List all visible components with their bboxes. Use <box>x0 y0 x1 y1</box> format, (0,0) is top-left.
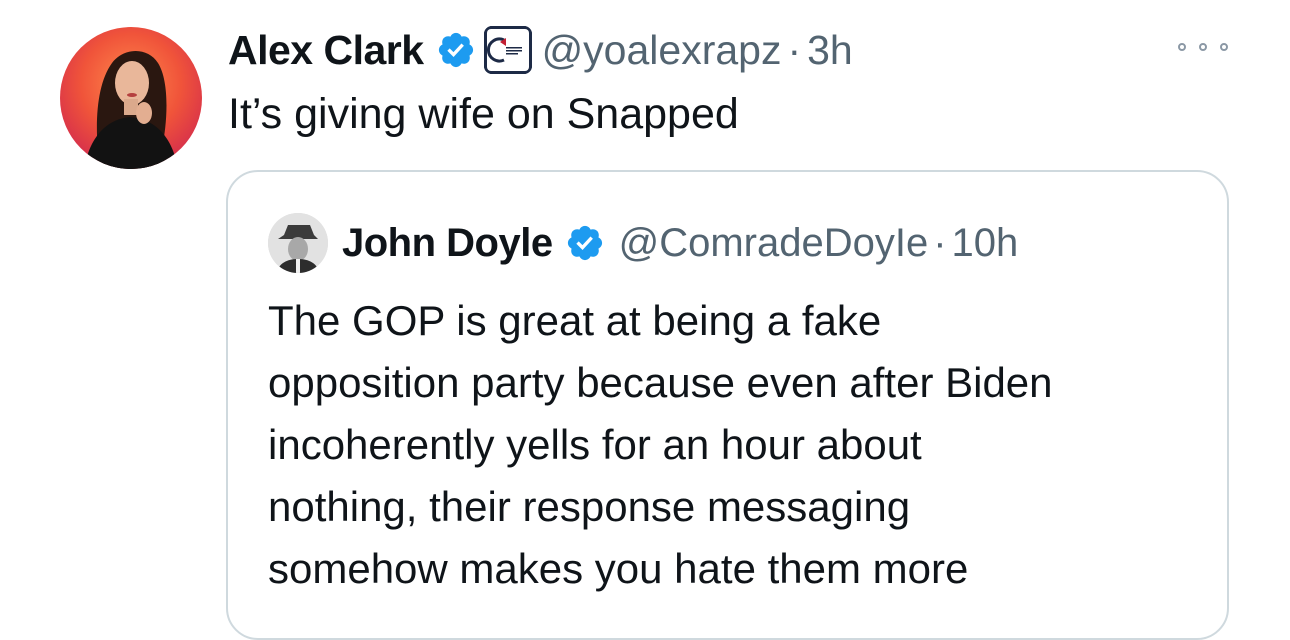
tweet-header: Alex Clark @yoalexrapz · 3h <box>228 22 853 78</box>
author-name[interactable]: Alex Clark <box>228 27 424 74</box>
author-avatar-image <box>84 51 178 169</box>
dot-separator: · <box>933 220 947 265</box>
verified-badge-icon[interactable] <box>436 30 476 70</box>
tweet[interactable]: Alex Clark @yoalexrapz · 3h It’s giving … <box>0 0 1290 640</box>
quoted-author-name[interactable]: John Doyle <box>342 221 553 266</box>
quoted-tweet-text: The GOP is great at being a fake opposit… <box>268 297 1053 592</box>
quoted-author-handle[interactable]: @ComradeDoyIe <box>619 221 929 266</box>
quoted-tweet-header: John Doyle @ComradeDoyIe · 10h <box>268 210 1018 276</box>
quoted-author-avatar[interactable] <box>268 213 328 273</box>
more-horizontal-icon <box>1178 43 1186 51</box>
author-avatar[interactable] <box>60 27 202 169</box>
quoted-author-avatar-image <box>268 213 328 273</box>
verified-badge-icon[interactable] <box>565 223 605 263</box>
quoted-tweet-card[interactable]: John Doyle @ComradeDoyIe · 10h The GOP i… <box>226 170 1229 640</box>
author-handle[interactable]: @yoalexrapz <box>542 27 782 74</box>
turning-point-usa-badge-icon[interactable] <box>483 26 532 74</box>
more-options-button[interactable] <box>1178 30 1228 64</box>
tweet-timestamp[interactable]: 3h <box>807 27 853 74</box>
tweet-text: It’s giving wife on Snapped <box>228 90 739 138</box>
more-horizontal-icon <box>1220 43 1228 51</box>
quoted-tweet-timestamp[interactable]: 10h <box>952 221 1019 266</box>
more-horizontal-icon <box>1199 43 1207 51</box>
dot-separator: · <box>787 26 802 73</box>
